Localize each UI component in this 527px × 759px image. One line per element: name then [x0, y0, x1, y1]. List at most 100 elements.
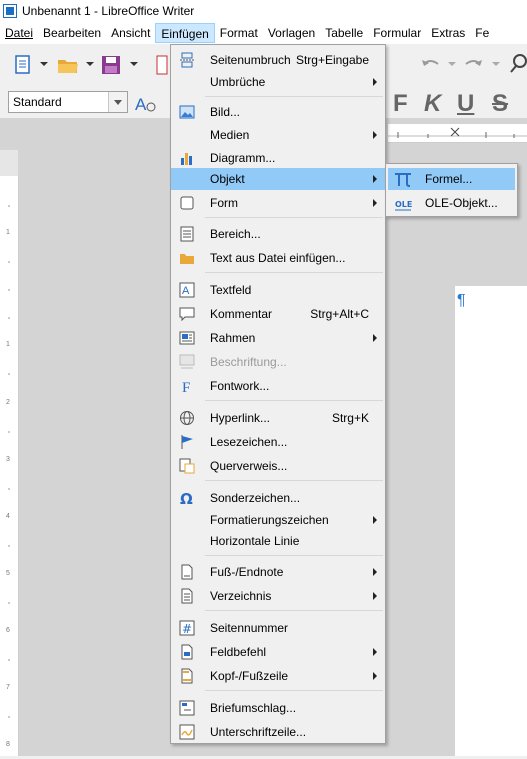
strikethrough-icon[interactable]: S [492, 90, 508, 118]
paragraph-mark: ¶ [457, 292, 466, 309]
submenu-arrow-icon [373, 516, 377, 524]
submenu-item-formel[interactable]: Formel... [388, 168, 515, 190]
chevron-down-icon[interactable] [492, 62, 500, 68]
menu-item-diagramm[interactable]: Diagramm... [171, 147, 385, 169]
chevron-down-icon[interactable] [40, 62, 48, 68]
menu-item-unterschriftzeile[interactable]: Unterschriftzeile... [171, 721, 385, 743]
svg-text:OLE: OLE [395, 200, 412, 209]
redo-icon[interactable] [462, 54, 486, 74]
undo-icon[interactable] [418, 54, 442, 74]
menu-separator [205, 272, 383, 273]
chevron-down-icon[interactable] [86, 62, 94, 68]
crossref-icon [179, 458, 195, 474]
comment-icon [179, 307, 195, 322]
vertical-ruler-margin [0, 150, 18, 176]
menu-format[interactable]: Format [215, 23, 263, 43]
menu-datei[interactable]: Datei [0, 23, 38, 43]
menu-item-text-aus-datei[interactable]: Text aus Datei einfügen... [171, 247, 385, 269]
svg-text:1: 1 [6, 229, 10, 236]
menu-item-formatierungszeichen[interactable]: Formatierungszeichen [171, 509, 385, 531]
chevron-down-icon[interactable] [448, 62, 456, 68]
ole-icon: OLE [395, 200, 412, 211]
submenu-arrow-icon [373, 334, 377, 342]
svg-text:3: 3 [6, 456, 10, 463]
menu-tabelle[interactable]: Tabelle [320, 23, 368, 43]
menu-separator [205, 400, 383, 401]
new-document-icon[interactable] [12, 54, 34, 76]
menu-item-medien[interactable]: Medien [171, 124, 385, 146]
italic-icon[interactable]: K [424, 90, 441, 118]
hyperlink-icon [180, 411, 194, 425]
index-icon [181, 588, 193, 604]
svg-text:#: # [182, 622, 192, 636]
menu-item-hyperlink[interactable]: Hyperlink... Strg+K [171, 407, 385, 429]
menu-item-querverweis[interactable]: Querverweis... [171, 455, 385, 477]
menu-item-kommentar[interactable]: Kommentar Strg+Alt+C [171, 303, 385, 325]
menu-vorlagen[interactable]: Vorlagen [263, 23, 320, 43]
menu-item-verzeichnis[interactable]: Verzeichnis [171, 585, 385, 607]
bold-icon[interactable]: F [393, 90, 408, 118]
chart-icon [181, 153, 192, 165]
menu-item-bereich[interactable]: Bereich... [171, 223, 385, 245]
menu-item-rahmen[interactable]: Rahmen [171, 327, 385, 349]
menu-item-form[interactable]: Form [171, 192, 385, 214]
open-folder-icon[interactable] [56, 54, 80, 76]
horizontal-ruler[interactable] [388, 124, 527, 143]
bookmark-icon [181, 435, 193, 449]
ruler-ticks [388, 127, 527, 138]
export-icon[interactable] [155, 54, 169, 76]
menu-item-umbrueche[interactable]: Umbrüche [171, 71, 385, 93]
svg-text:7: 7 [6, 684, 10, 691]
svg-text:4: 4 [6, 513, 10, 520]
folder-icon [180, 254, 194, 264]
vertical-ruler[interactable]: 1 1 2 3 4 5 6 7 8 [0, 176, 19, 756]
menu-item-briefumschlag[interactable]: Briefumschlag... [171, 697, 385, 719]
menu-formular[interactable]: Formular [368, 23, 426, 43]
caption-icon [179, 354, 195, 369]
menu-separator [205, 610, 383, 611]
menu-item-seitennummer[interactable]: # Seitennummer [171, 617, 385, 639]
vertical-ruler-ticks: 1 1 2 3 4 5 6 7 8 [6, 205, 10, 748]
submenu-arrow-icon [373, 568, 377, 576]
menu-item-kopf-fusszeile[interactable]: Kopf-/Fußzeile [171, 665, 385, 687]
submenu-arrow-icon [373, 672, 377, 680]
menu-item-seitenumbruch[interactable]: Seitenumbruch Strg+Eingabe [171, 49, 385, 71]
chevron-down-icon[interactable] [108, 92, 127, 112]
footnote-icon [181, 564, 193, 580]
svg-text:Ω: Ω [180, 490, 193, 506]
submenu-item-ole-objekt[interactable]: OLE OLE-Objekt... [388, 192, 515, 214]
paragraph-style-value: Standard [13, 95, 62, 109]
pi-icon [395, 173, 411, 187]
paragraph-style-dropdown[interactable]: Standard [8, 91, 128, 113]
menu-item-textfeld[interactable]: A Textfeld [171, 279, 385, 301]
writer-app-icon [3, 4, 17, 18]
menu-item-feldbefehl[interactable]: Feldbefehl [171, 641, 385, 663]
underline-icon[interactable]: U [457, 90, 474, 118]
image-icon [179, 105, 195, 119]
omega-icon: Ω [180, 490, 193, 506]
menu-item-bild[interactable]: Bild... [171, 101, 385, 123]
menu-ansicht[interactable]: Ansicht [106, 23, 155, 43]
menu-item-beschriftung[interactable]: Beschriftung... [171, 351, 385, 373]
submenu-arrow-icon [373, 592, 377, 600]
shape-icon [180, 196, 194, 210]
menu-separator [205, 555, 383, 556]
save-icon[interactable] [100, 54, 122, 76]
document-page[interactable] [455, 286, 527, 756]
menu-bearbeiten[interactable]: Bearbeiten [38, 23, 106, 43]
menu-item-objekt[interactable]: Objekt [171, 168, 385, 190]
fontwork-icon: F [182, 380, 190, 394]
menu-item-lesezeichen[interactable]: Lesezeichen... [171, 431, 385, 453]
find-icon[interactable] [510, 52, 527, 74]
menu-item-horizontale-linie[interactable]: Horizontale Linie [171, 530, 385, 552]
menu-extras[interactable]: Extras [426, 23, 470, 43]
window-title: Unbenannt 1 - LibreOffice Writer [22, 4, 195, 18]
header-footer-icon [181, 668, 193, 684]
menu-item-fontwork[interactable]: F Fontwork... [171, 375, 385, 397]
menu-fenster[interactable]: Fe [470, 23, 494, 43]
chevron-down-icon[interactable] [130, 62, 138, 68]
menu-item-fussnote[interactable]: Fuß-/Endnote [171, 561, 385, 583]
update-style-icon[interactable]: A [134, 92, 158, 114]
menu-einfuegen[interactable]: Einfügen [155, 23, 215, 43]
menu-item-sonderzeichen[interactable]: Ω Sonderzeichen... [171, 487, 385, 509]
